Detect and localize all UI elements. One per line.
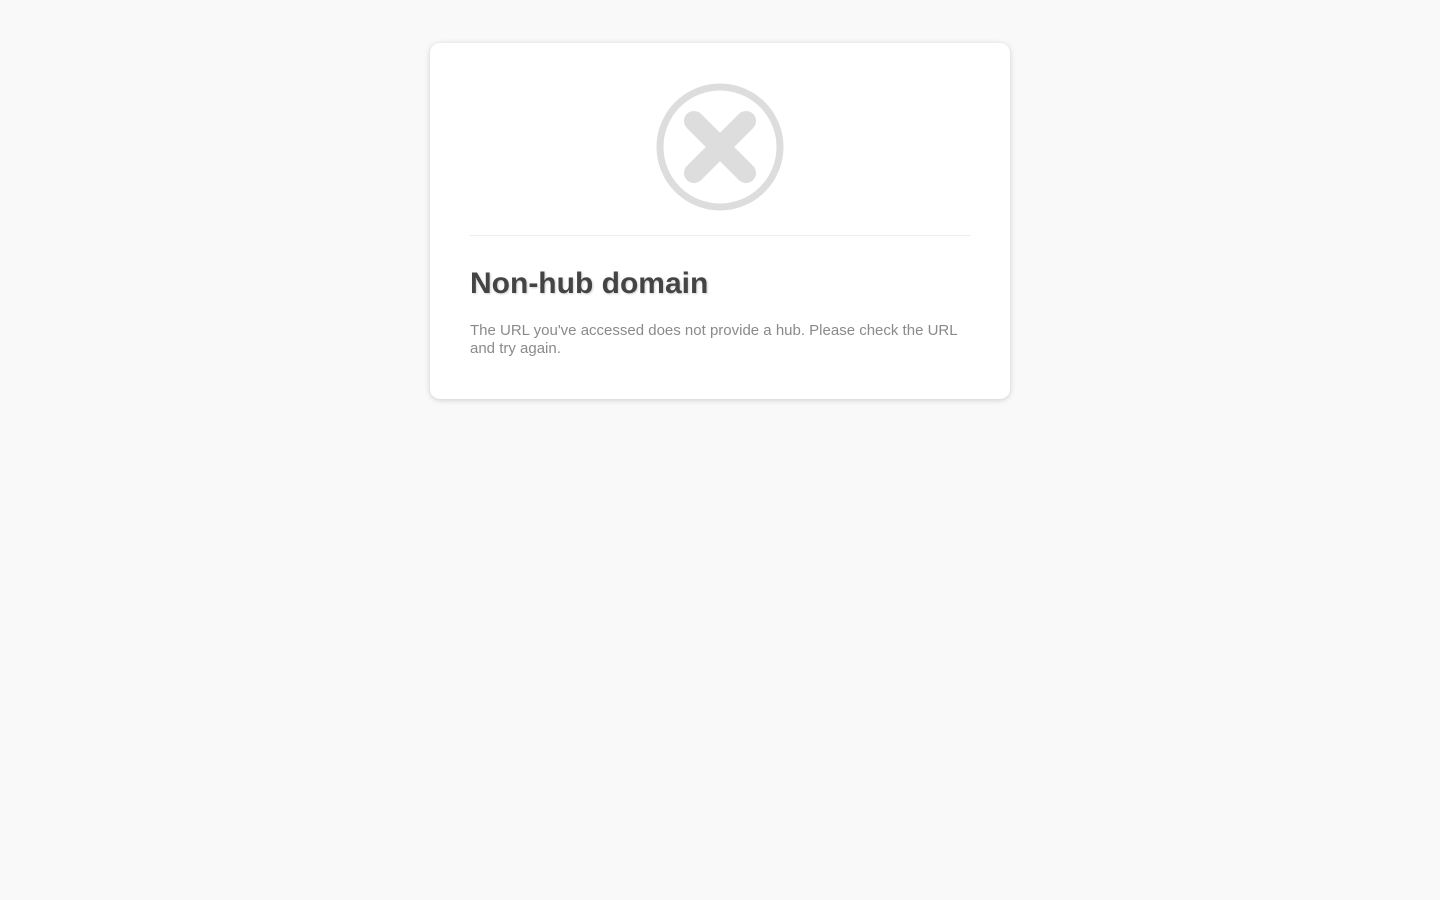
error-icon-container xyxy=(470,83,970,211)
error-title: Non-hub domain xyxy=(470,267,709,300)
circle-x-icon xyxy=(656,83,784,211)
divider xyxy=(470,235,970,236)
page: Non-hub domain The URL you've accessed d… xyxy=(0,0,1440,900)
error-message: The URL you've accessed does not provide… xyxy=(470,322,958,357)
error-card: Non-hub domain The URL you've accessed d… xyxy=(430,43,1010,399)
